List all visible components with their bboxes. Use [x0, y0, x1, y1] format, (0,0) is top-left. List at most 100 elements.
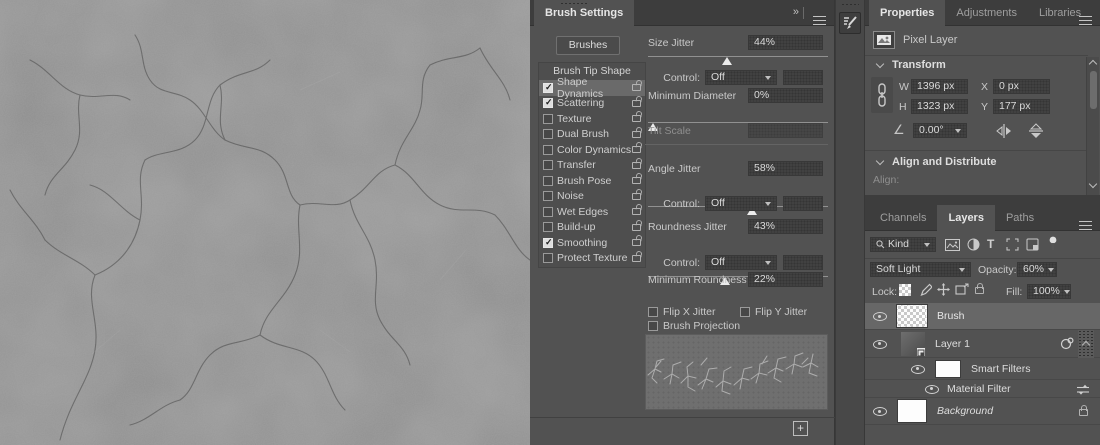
- flip-vertical-button[interactable]: [1027, 123, 1045, 142]
- new-brush-button[interactable]: +: [793, 421, 808, 436]
- lock-icon[interactable]: [632, 131, 641, 138]
- list-item-wet-edges[interactable]: Wet Edges: [539, 204, 645, 220]
- checkbox[interactable]: [543, 207, 553, 217]
- list-item-shape-dynamics[interactable]: Shape Dynamics: [539, 80, 645, 96]
- scroll-down-arrow[interactable]: [1089, 180, 1097, 188]
- scroll-up-arrow[interactable]: [1089, 60, 1097, 68]
- visibility-eye-icon[interactable]: [925, 383, 939, 395]
- layer-row-background[interactable]: Background: [865, 398, 1100, 425]
- filter-kind-dropdown[interactable]: Kind: [870, 237, 936, 252]
- filter-shape-layers-icon[interactable]: [1006, 238, 1019, 254]
- panel-drag-grip[interactable]: [560, 2, 588, 6]
- transform-section-twisty[interactable]: [876, 60, 884, 68]
- scrollbar-thumb[interactable]: [1090, 71, 1097, 109]
- visibility-eye-icon[interactable]: [873, 310, 887, 322]
- tab-properties[interactable]: Properties: [869, 0, 945, 26]
- size-jitter-value[interactable]: 44%: [748, 35, 823, 50]
- checkbox[interactable]: [543, 83, 553, 93]
- minimum-diameter-value[interactable]: 0%: [748, 88, 823, 103]
- brush-settings-dock-icon[interactable]: [839, 12, 861, 34]
- filter-blending-options-icon[interactable]: [1076, 384, 1090, 398]
- smart-filters-mask-thumbnail[interactable]: [935, 360, 961, 378]
- list-item-noise[interactable]: Noise: [539, 189, 645, 205]
- flip-horizontal-button[interactable]: [995, 123, 1013, 142]
- collapse-smart-filters-arrow[interactable]: [1082, 341, 1090, 349]
- lock-position-icon[interactable]: [937, 283, 950, 299]
- filtering-toggle[interactable]: [1048, 236, 1058, 254]
- lock-icon[interactable]: [632, 177, 641, 184]
- visibility-eye-icon[interactable]: [911, 363, 925, 375]
- rotation-dropdown[interactable]: 0.00°: [913, 123, 967, 138]
- list-item-brush-pose[interactable]: Brush Pose: [539, 173, 645, 189]
- lock-icon[interactable]: [632, 100, 641, 107]
- checkbox[interactable]: [543, 253, 553, 263]
- checkbox[interactable]: [543, 222, 553, 232]
- list-item-protect-texture[interactable]: Protect Texture: [539, 251, 645, 267]
- flip-y-jitter-checkbox[interactable]: Flip Y Jitter: [740, 306, 807, 318]
- panel-menu-icon[interactable]: [813, 8, 826, 20]
- lock-icon[interactable]: [632, 255, 641, 262]
- checkbox[interactable]: [543, 129, 553, 139]
- smart-filters-indicator-icon[interactable]: [1060, 337, 1074, 353]
- background-lock-icon[interactable]: [1079, 407, 1088, 419]
- smart-filters-collapse-strip[interactable]: [1078, 330, 1094, 358]
- filter-smart-objects-icon[interactable]: [1026, 238, 1039, 254]
- list-item-scattering[interactable]: Scattering: [539, 96, 645, 112]
- filter-adjustment-layers-icon[interactable]: [967, 238, 980, 254]
- angle-jitter-value[interactable]: 58%: [748, 161, 823, 176]
- tab-layers[interactable]: Layers: [937, 205, 994, 231]
- align-section-title[interactable]: Align and Distribute: [892, 156, 997, 168]
- brush-projection-checkbox[interactable]: Brush Projection: [648, 320, 740, 332]
- visibility-eye-icon[interactable]: [873, 338, 887, 350]
- transform-section-title[interactable]: Transform: [892, 59, 946, 71]
- opacity-dropdown[interactable]: 60%: [1017, 262, 1057, 277]
- layer-row-smart-filters[interactable]: Smart Filters: [865, 358, 1100, 380]
- blend-mode-dropdown[interactable]: Soft Light: [870, 262, 971, 277]
- list-item-transfer[interactable]: Transfer: [539, 158, 645, 174]
- layer-row-layer1[interactable]: Layer 1: [865, 330, 1100, 358]
- layer-row-brush[interactable]: Brush: [865, 303, 1100, 330]
- list-item-build-up[interactable]: Build-up: [539, 220, 645, 236]
- minimum-roundness-value[interactable]: 22%: [748, 272, 823, 287]
- collapse-panel-icon[interactable]: »: [793, 6, 798, 18]
- control-dropdown[interactable]: Off: [705, 255, 777, 270]
- lock-transparency-icon[interactable]: [899, 284, 911, 296]
- list-item-dual-brush[interactable]: Dual Brush: [539, 127, 645, 143]
- visibility-eye-icon[interactable]: [873, 405, 887, 417]
- list-item-color-dynamics[interactable]: Color Dynamics: [539, 142, 645, 158]
- tab-channels[interactable]: Channels: [869, 205, 937, 231]
- height-field[interactable]: 1323 px: [911, 99, 968, 114]
- lock-all-icon[interactable]: [975, 285, 984, 297]
- layer-thumbnail-brush[interactable]: [897, 305, 927, 327]
- checkbox[interactable]: [543, 176, 553, 186]
- panel-menu-icon[interactable]: [1079, 8, 1092, 20]
- list-item-texture[interactable]: Texture: [539, 111, 645, 127]
- layer-thumbnail-layer1[interactable]: [901, 332, 925, 356]
- document-canvas[interactable]: [0, 0, 530, 445]
- size-jitter-slider[interactable]: [648, 52, 828, 64]
- lock-icon[interactable]: [632, 146, 641, 153]
- lock-icon[interactable]: [632, 84, 641, 91]
- checkbox[interactable]: [543, 114, 553, 124]
- y-field[interactable]: 177 px: [993, 99, 1050, 114]
- flip-x-jitter-checkbox[interactable]: Flip X Jitter: [648, 306, 716, 318]
- control-dropdown[interactable]: Off: [705, 196, 777, 211]
- tab-adjustments[interactable]: Adjustments: [945, 0, 1028, 26]
- checkbox[interactable]: [543, 238, 553, 248]
- brushes-button[interactable]: Brushes: [556, 36, 620, 55]
- filter-pixel-layers-icon[interactable]: [945, 239, 960, 254]
- fill-dropdown[interactable]: 100%: [1027, 284, 1071, 299]
- lock-icon[interactable]: [632, 208, 641, 215]
- filter-type-layers-icon[interactable]: T: [987, 237, 994, 251]
- checkbox[interactable]: [543, 145, 553, 155]
- align-section-twisty[interactable]: [876, 157, 884, 165]
- roundness-jitter-value[interactable]: 43%: [748, 219, 823, 234]
- checkbox[interactable]: [543, 160, 553, 170]
- x-field[interactable]: 0 px: [993, 79, 1050, 94]
- checkbox[interactable]: [543, 98, 553, 108]
- width-field[interactable]: 1396 px: [911, 79, 968, 94]
- checkbox[interactable]: [543, 191, 553, 201]
- lock-image-icon[interactable]: [919, 283, 932, 299]
- dock-drag-grip[interactable]: [841, 3, 859, 7]
- lock-icon[interactable]: [632, 224, 641, 231]
